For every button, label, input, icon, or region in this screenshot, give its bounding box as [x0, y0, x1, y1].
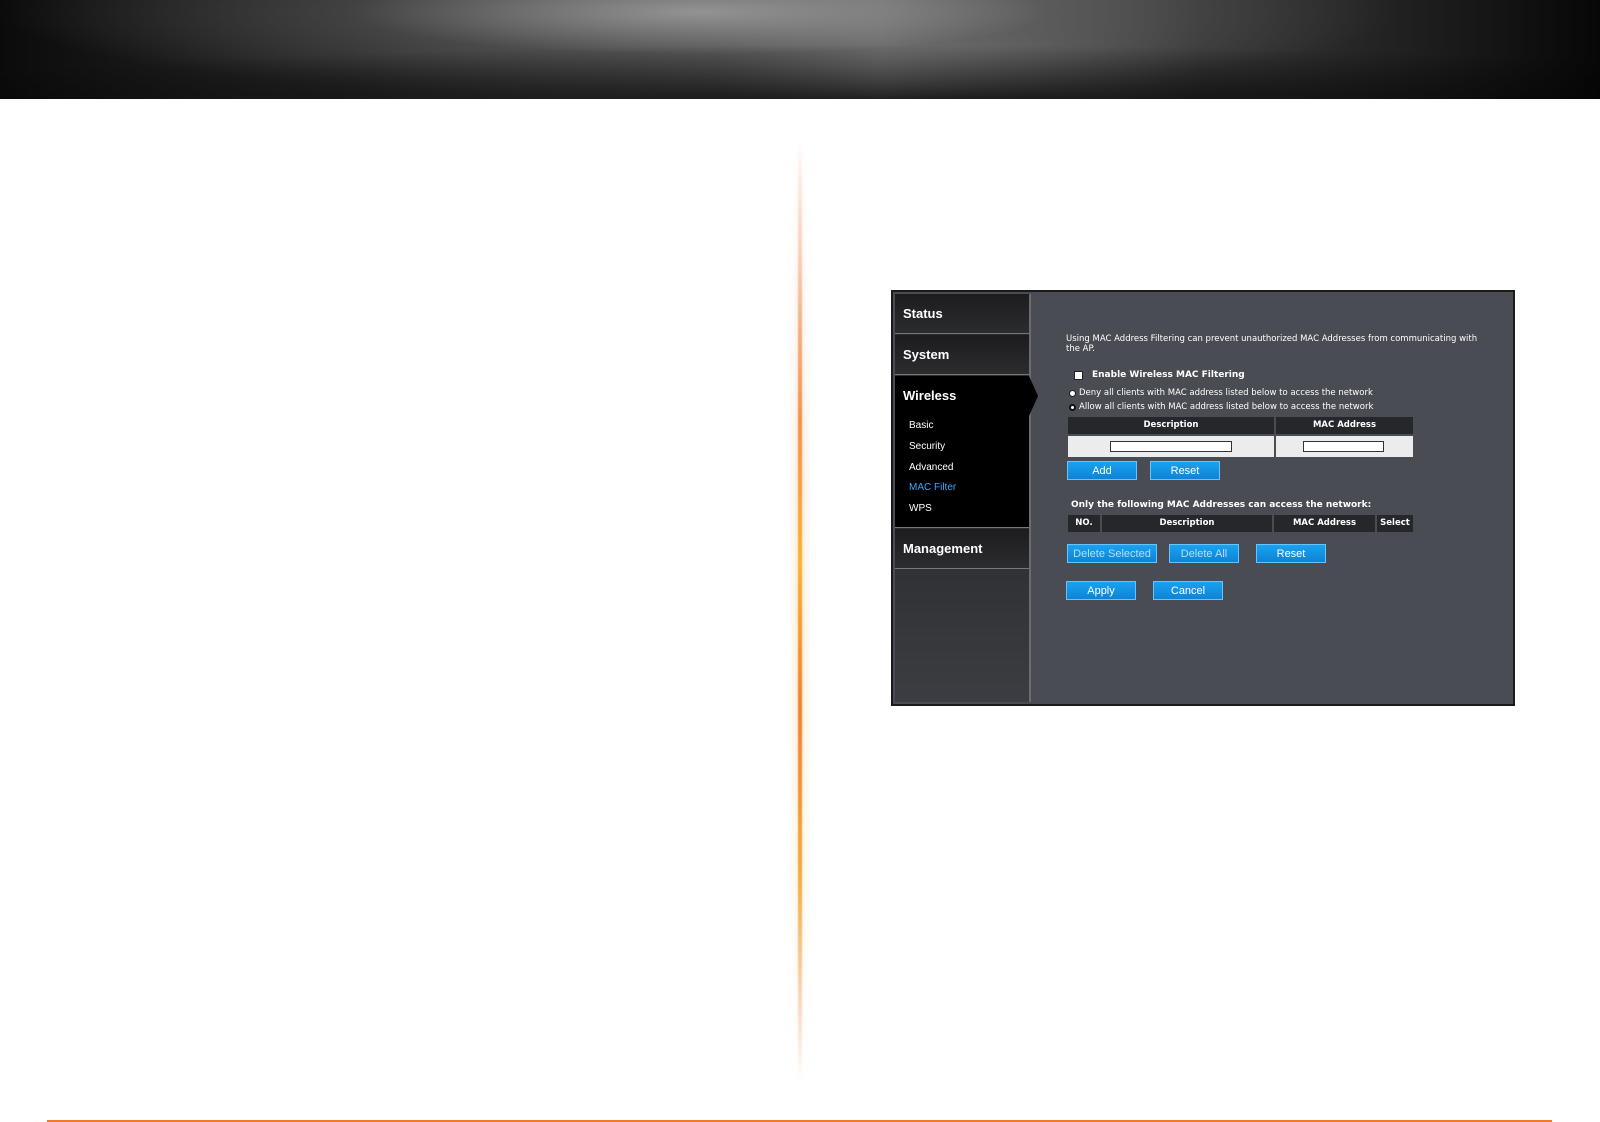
- list-table-mac-header: MAC Address: [1274, 515, 1375, 532]
- delete-all-button[interactable]: Delete All: [1169, 544, 1239, 563]
- deny-mode-row: Deny all clients with MAC address listed…: [1069, 388, 1373, 398]
- apply-button[interactable]: Apply: [1066, 581, 1136, 600]
- mac-filter-content: Using MAC Address Filtering can prevent …: [1041, 292, 1511, 704]
- sidebar-item-wireless[interactable]: Wireless: [895, 376, 1029, 416]
- enable-mac-filter-checkbox[interactable]: [1074, 370, 1083, 380]
- reset-input-button[interactable]: Reset: [1150, 461, 1220, 480]
- sidebar-subitem-basic[interactable]: Basic: [909, 420, 933, 431]
- allow-mode-label: Allow all clients with MAC address liste…: [1079, 402, 1374, 412]
- allowed-list-title: Only the following MAC Addresses can acc…: [1071, 500, 1372, 510]
- mac-filter-description: Using MAC Address Filtering can prevent …: [1066, 334, 1478, 354]
- reset-list-button[interactable]: Reset: [1256, 544, 1326, 563]
- input-table-mac-cell: [1276, 436, 1413, 457]
- list-table-select-header: Select: [1377, 515, 1413, 532]
- sidebar-subitem-mac-filter[interactable]: MAC Filter: [909, 482, 956, 493]
- allow-mode-row: Allow all clients with MAC address liste…: [1069, 402, 1373, 412]
- sidebar-subitem-advanced[interactable]: Advanced: [909, 462, 953, 473]
- sidebar-nav: Status System Wireless Basic Security Ad…: [895, 294, 1038, 702]
- sidebar-subitem-wps[interactable]: WPS: [909, 503, 932, 514]
- router-ui-screenshot: Status System Wireless Basic Security Ad…: [891, 290, 1515, 706]
- description-input[interactable]: [1110, 441, 1232, 452]
- cancel-button[interactable]: Cancel: [1153, 581, 1223, 600]
- allow-mode-radio[interactable]: [1069, 403, 1076, 411]
- top-banner: [0, 0, 1600, 99]
- list-table-no-header: NO.: [1068, 515, 1100, 532]
- page-divider: [798, 140, 802, 1080]
- input-table-mac-header: MAC Address: [1276, 417, 1413, 434]
- deny-mode-radio[interactable]: [1069, 389, 1076, 397]
- sidebar-group-wireless: Wireless Basic Security Advanced MAC Fil…: [895, 376, 1029, 528]
- sidebar-item-status[interactable]: Status: [895, 294, 1029, 334]
- deny-mode-label: Deny all clients with MAC address listed…: [1079, 388, 1373, 398]
- sidebar-subitem-security[interactable]: Security: [909, 441, 945, 452]
- enable-mac-filter-row: Enable Wireless MAC Filtering: [1074, 370, 1245, 380]
- input-table-description-cell: [1068, 436, 1274, 457]
- input-table-description-header: Description: [1068, 417, 1274, 434]
- mac-address-input[interactable]: [1303, 441, 1384, 452]
- add-button[interactable]: Add: [1067, 461, 1137, 480]
- active-section-arrow-icon: [1029, 376, 1038, 416]
- enable-mac-filter-label: Enable Wireless MAC Filtering: [1092, 370, 1245, 380]
- sidebar-item-system[interactable]: System: [895, 335, 1029, 375]
- sidebar-item-management[interactable]: Management: [895, 529, 1029, 569]
- list-table-description-header: Description: [1102, 515, 1272, 532]
- delete-selected-button[interactable]: Delete Selected: [1067, 544, 1157, 563]
